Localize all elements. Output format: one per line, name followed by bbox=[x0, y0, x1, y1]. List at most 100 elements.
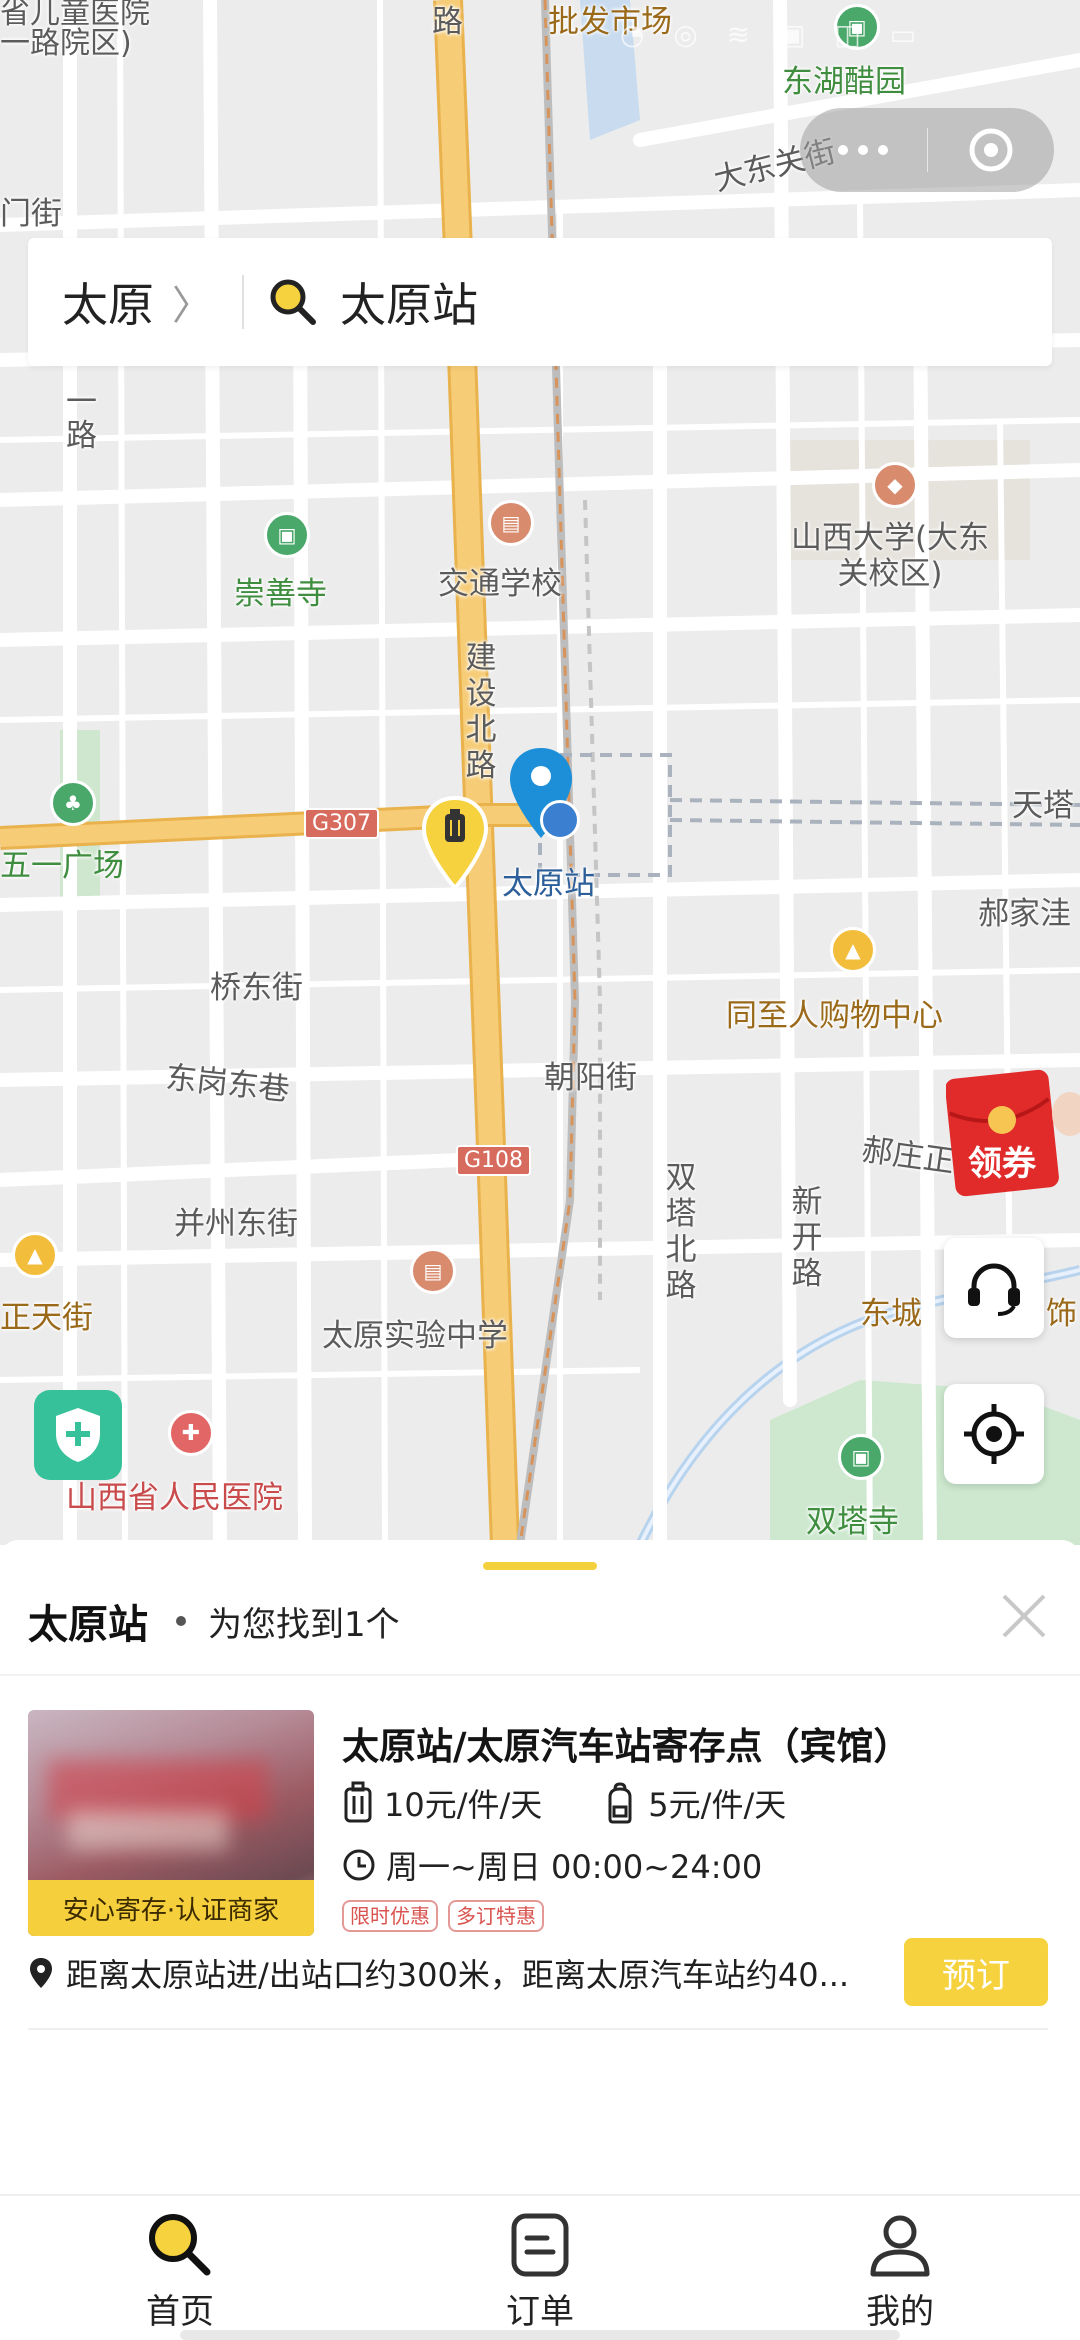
map-label: 太原实验中学 bbox=[322, 1318, 508, 1354]
university-poi-icon: ◆ bbox=[872, 462, 918, 508]
school2-poi-icon: ▤ bbox=[410, 1248, 456, 1294]
promo-tags: 限时优惠 多订特惠 bbox=[342, 1900, 544, 1932]
map-label: 天塔 bbox=[1012, 788, 1074, 824]
price-row: 10元/件/天 5元/件/天 bbox=[342, 1780, 786, 1826]
results-header: 太原站 为您找到1个 bbox=[28, 1592, 400, 1650]
search-icon bbox=[270, 279, 316, 325]
park-poi-icon: ♣ bbox=[50, 780, 96, 826]
tab-home[interactable]: 首页 bbox=[0, 2196, 360, 2340]
hospital-poi-icon: ✚ bbox=[168, 1410, 214, 1456]
map-label: 一路院区) bbox=[0, 26, 132, 61]
store-card[interactable]: 安心寄存·认证商家 太原站/太原汽车站寄存点（宾馆） 10元/件/天 5元/件/… bbox=[0, 1690, 1080, 2006]
map-label: 路 bbox=[66, 418, 97, 454]
temple2-poi-icon: ▣ bbox=[838, 1434, 884, 1480]
tab-orders[interactable]: 订单 bbox=[360, 2196, 720, 2340]
tab-label: 我的 bbox=[866, 2292, 934, 2332]
small-luggage-price: 5元/件/天 bbox=[602, 1780, 786, 1826]
search-bar: 太原 〉 太原站 bbox=[28, 238, 1052, 366]
close-miniprogram-icon[interactable] bbox=[928, 126, 1055, 174]
coupon-label: 领券 bbox=[968, 1144, 1036, 1184]
map-label: 建设北路 bbox=[465, 640, 497, 784]
clock-icon bbox=[343, 1849, 375, 1881]
card-divider bbox=[28, 2028, 1048, 2030]
map-label: 郝家洼 bbox=[978, 896, 1071, 932]
large-luggage-price: 10元/件/天 bbox=[342, 1780, 542, 1826]
map-label: 太原站 bbox=[502, 866, 595, 902]
city-selector[interactable]: 太原 〉 bbox=[28, 269, 212, 335]
results-sheet: 太原站 为您找到1个 安心寄存·认证商家 太原站/太原汽车站寄存点（宾馆） 10… bbox=[0, 1540, 1080, 2195]
mall-poi-icon: ▲ bbox=[830, 927, 876, 973]
map-label: 路 bbox=[432, 4, 463, 40]
luggage-store-pin-icon[interactable] bbox=[420, 796, 490, 896]
search-divider bbox=[242, 275, 244, 329]
profile-icon bbox=[870, 2215, 930, 2277]
status-bar-icons: ◔ ◎ ≋ ▣ ◫ ▭ bbox=[620, 18, 927, 51]
distance-row: 距离太原站进/出站口约300米，距离太原汽车站约40... bbox=[28, 1950, 849, 1996]
map-label: 朝阳街 bbox=[544, 1060, 637, 1096]
results-separator-dot bbox=[176, 1616, 186, 1626]
tab-profile[interactable]: 我的 bbox=[720, 2196, 1080, 2340]
miniprogram-capsule bbox=[800, 108, 1054, 192]
map-label: 东湖醋园 bbox=[782, 64, 906, 100]
map-label: 同至人购物中心 bbox=[726, 998, 943, 1034]
large-price-text: 10元/件/天 bbox=[384, 1786, 543, 1824]
header-divider bbox=[0, 1674, 1080, 1676]
temple-poi-icon: ▣ bbox=[264, 512, 310, 558]
store-photo: 安心寄存·认证商家 bbox=[28, 1710, 314, 1936]
book-button[interactable]: 预订 bbox=[904, 1938, 1048, 2006]
hours-text: 周一~周日 00:00~24:00 bbox=[386, 1848, 763, 1886]
map-label: 双塔北路 bbox=[665, 1160, 697, 1304]
results-count: 为您找到1个 bbox=[208, 1604, 400, 1645]
map-label: 桥东街 bbox=[210, 970, 303, 1006]
city-label: 太原 bbox=[62, 278, 154, 332]
store-name: 太原站/太原汽车站寄存点（宾馆） bbox=[342, 1725, 911, 1768]
safety-shield-button[interactable] bbox=[34, 1390, 122, 1480]
suitcase-icon bbox=[344, 1781, 372, 1823]
order-icon bbox=[511, 2213, 569, 2277]
map-label: 山西大学(大东关校区) bbox=[790, 520, 990, 592]
tab-label: 订单 bbox=[506, 2292, 574, 2332]
shop-poi-icon: ▲ bbox=[12, 1232, 58, 1278]
more-menu-icon[interactable] bbox=[800, 145, 927, 155]
shield-plus-icon bbox=[56, 1408, 100, 1462]
school-poi-icon: ▤ bbox=[488, 500, 534, 546]
map-view[interactable]: G307 G108 ▣ ▤ ◆ ▲ ▤ ✚ ▣ ♣ ▲ ▣ 省儿童医院 一路院区… bbox=[0, 0, 1080, 1545]
map-label: 五一广场 bbox=[0, 848, 124, 884]
certified-badge: 安心寄存·认证商家 bbox=[28, 1880, 314, 1936]
backpack-icon bbox=[608, 1782, 632, 1824]
distance-text: 距离太原站进/出站口约300米，距离太原汽车站约40... bbox=[66, 1956, 850, 1994]
small-price-text: 5元/件/天 bbox=[648, 1786, 787, 1824]
map-label: 崇善寺 bbox=[234, 576, 327, 612]
map-label: 交通学校 bbox=[438, 566, 562, 602]
photo-blur-text bbox=[68, 1810, 228, 1850]
map-label: 饰 bbox=[1046, 1296, 1077, 1332]
crosshair-icon bbox=[964, 1404, 1024, 1464]
sheet-drag-handle[interactable] bbox=[483, 1562, 597, 1570]
customer-service-button[interactable] bbox=[944, 1238, 1044, 1338]
location-pin-icon bbox=[30, 1958, 52, 1988]
tab-bar: 首页 订单 我的 bbox=[0, 2194, 1080, 2340]
chevron-right-icon: 〉 bbox=[172, 283, 212, 329]
hours-row: 周一~周日 00:00~24:00 bbox=[342, 1842, 762, 1888]
results-title: 太原站 bbox=[28, 1602, 148, 1648]
search-icon bbox=[149, 2214, 211, 2276]
train-station-icon bbox=[540, 800, 580, 840]
promo-tag: 多订特惠 bbox=[448, 1900, 544, 1932]
coupon-button[interactable]: 领券 bbox=[945, 1068, 1080, 1200]
map-label: 新开路 bbox=[791, 1184, 823, 1292]
headset-icon bbox=[968, 1263, 1020, 1316]
g307-road-shield: G307 bbox=[304, 808, 380, 839]
promo-tag: 限时优惠 bbox=[342, 1900, 438, 1932]
map-label: 并州东街 bbox=[174, 1206, 298, 1242]
g108-road-shield: G108 bbox=[456, 1145, 532, 1176]
map-label: 正天街 bbox=[0, 1300, 93, 1336]
home-indicator bbox=[180, 2330, 900, 2340]
locate-me-button[interactable] bbox=[944, 1384, 1044, 1484]
tab-label: 首页 bbox=[146, 2292, 214, 2332]
app-root: G307 G108 ▣ ▤ ◆ ▲ ▤ ✚ ▣ ♣ ▲ ▣ 省儿童医院 一路院区… bbox=[0, 0, 1080, 2340]
map-label: 双塔寺 bbox=[806, 1504, 899, 1540]
map-label: 东城 bbox=[860, 1296, 922, 1332]
close-icon[interactable] bbox=[996, 1588, 1052, 1644]
map-label: 门街 bbox=[0, 196, 62, 232]
search-input[interactable]: 太原站 bbox=[340, 269, 478, 335]
